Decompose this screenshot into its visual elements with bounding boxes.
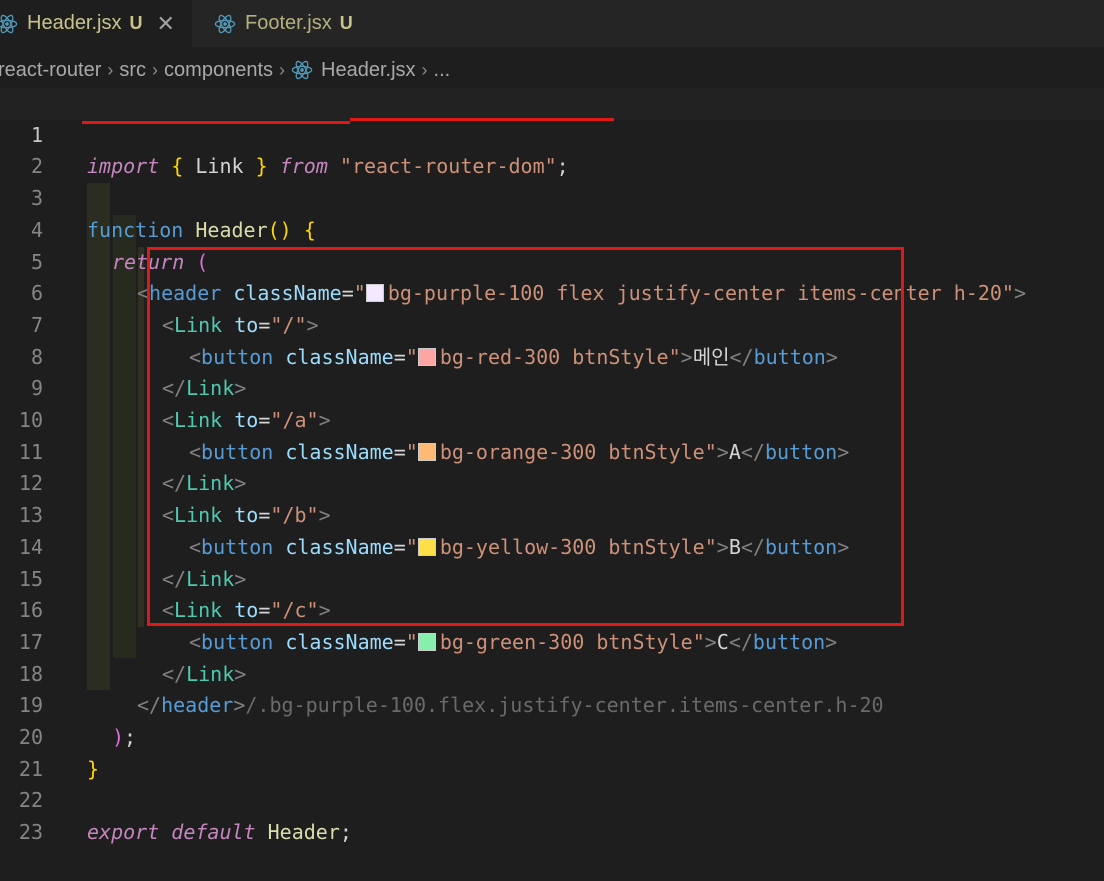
annotation-box	[147, 247, 904, 626]
annotation-underline	[82, 121, 350, 124]
punctuation: ;	[339, 820, 352, 845]
code-line: 5 <header className=" bg-purple-100 flex …	[0, 215, 1104, 306]
code-line: 22 export default Header;	[0, 754, 1104, 844]
chevron-right-icon: ›	[107, 59, 114, 80]
line-number: 23	[18, 820, 43, 845]
code-line: 1 import { Link } from "react-router-dom…	[0, 88, 1104, 178]
breadcrumb-item[interactable]: src	[119, 59, 146, 82]
tab-header-jsx[interactable]: Header.jsx U ✕	[0, 0, 192, 47]
breadcrumb-item[interactable]: components	[164, 59, 273, 82]
tab-filename: Header.jsx	[27, 12, 122, 34]
chevron-right-icon: ›	[279, 59, 286, 80]
keyword: export	[87, 820, 160, 845]
code-line: 19 );	[0, 659, 1104, 749]
function-name: Header	[267, 820, 340, 845]
annotation-underline	[350, 118, 614, 121]
code-line: 23	[0, 785, 1104, 844]
untracked-badge: U	[339, 13, 353, 33]
chevron-right-icon: ›	[152, 59, 159, 80]
code-line: 3 function Header() {	[0, 151, 1104, 242]
react-icon	[0, 13, 18, 35]
code-line: 4 return (	[0, 183, 1104, 274]
code-line: 18 </header>/.bg-purple-100.flex.justify…	[0, 627, 1104, 718]
code-line: 20 }	[0, 690, 1104, 781]
breadcrumb-item[interactable]: ...	[434, 59, 451, 82]
chevron-right-icon: ›	[421, 59, 428, 80]
code-line: 21	[0, 722, 1104, 781]
breadcrumb-item[interactable]: Header.jsx	[321, 59, 416, 82]
code-line: 2	[0, 120, 1104, 178]
react-icon	[214, 13, 236, 35]
tab-footer-jsx[interactable]: Footer.jsx U	[194, 0, 374, 47]
breadcrumb-item[interactable]: react-router	[0, 59, 101, 82]
editor-tab-bar: Header.jsx U ✕ Footer.jsx U	[0, 0, 1104, 47]
tab-filename: Footer.jsx	[245, 12, 332, 34]
react-icon	[291, 59, 313, 81]
close-icon[interactable]: ✕	[157, 12, 175, 35]
breadcrumb: react-router › src › components › Header…	[0, 48, 1104, 92]
keyword: default	[171, 820, 256, 845]
untracked-badge: U	[129, 13, 143, 33]
